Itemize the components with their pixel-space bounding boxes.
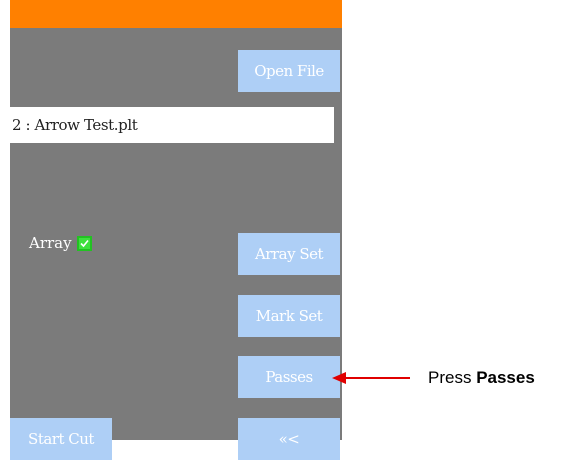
mark-set-button[interactable]: Mark Set: [238, 295, 340, 337]
callout-text: Press Passes: [428, 368, 535, 388]
open-file-button[interactable]: Open File: [238, 50, 340, 92]
top-status-bar: [10, 0, 342, 28]
array-label: Array: [29, 234, 72, 252]
red-arrow-icon: [332, 372, 410, 384]
double-chevron-left-icon: «<: [278, 430, 300, 448]
callout-annotation: Press Passes: [330, 366, 582, 390]
passes-button[interactable]: Passes: [238, 356, 340, 398]
array-checkbox[interactable]: [76, 235, 92, 251]
check-icon: [80, 239, 89, 247]
callout-prefix: Press: [428, 368, 477, 387]
callout-emphasis: Passes: [476, 368, 535, 387]
back-button[interactable]: «<: [238, 418, 340, 460]
start-cut-button[interactable]: Start Cut: [10, 418, 112, 460]
array-set-button[interactable]: Array Set: [238, 233, 340, 275]
array-option[interactable]: Array: [29, 234, 92, 252]
file-name-field[interactable]: 2 : Arrow Test.plt: [10, 107, 334, 143]
device-panel: Open File 2 : Arrow Test.plt Array Array…: [10, 0, 342, 460]
